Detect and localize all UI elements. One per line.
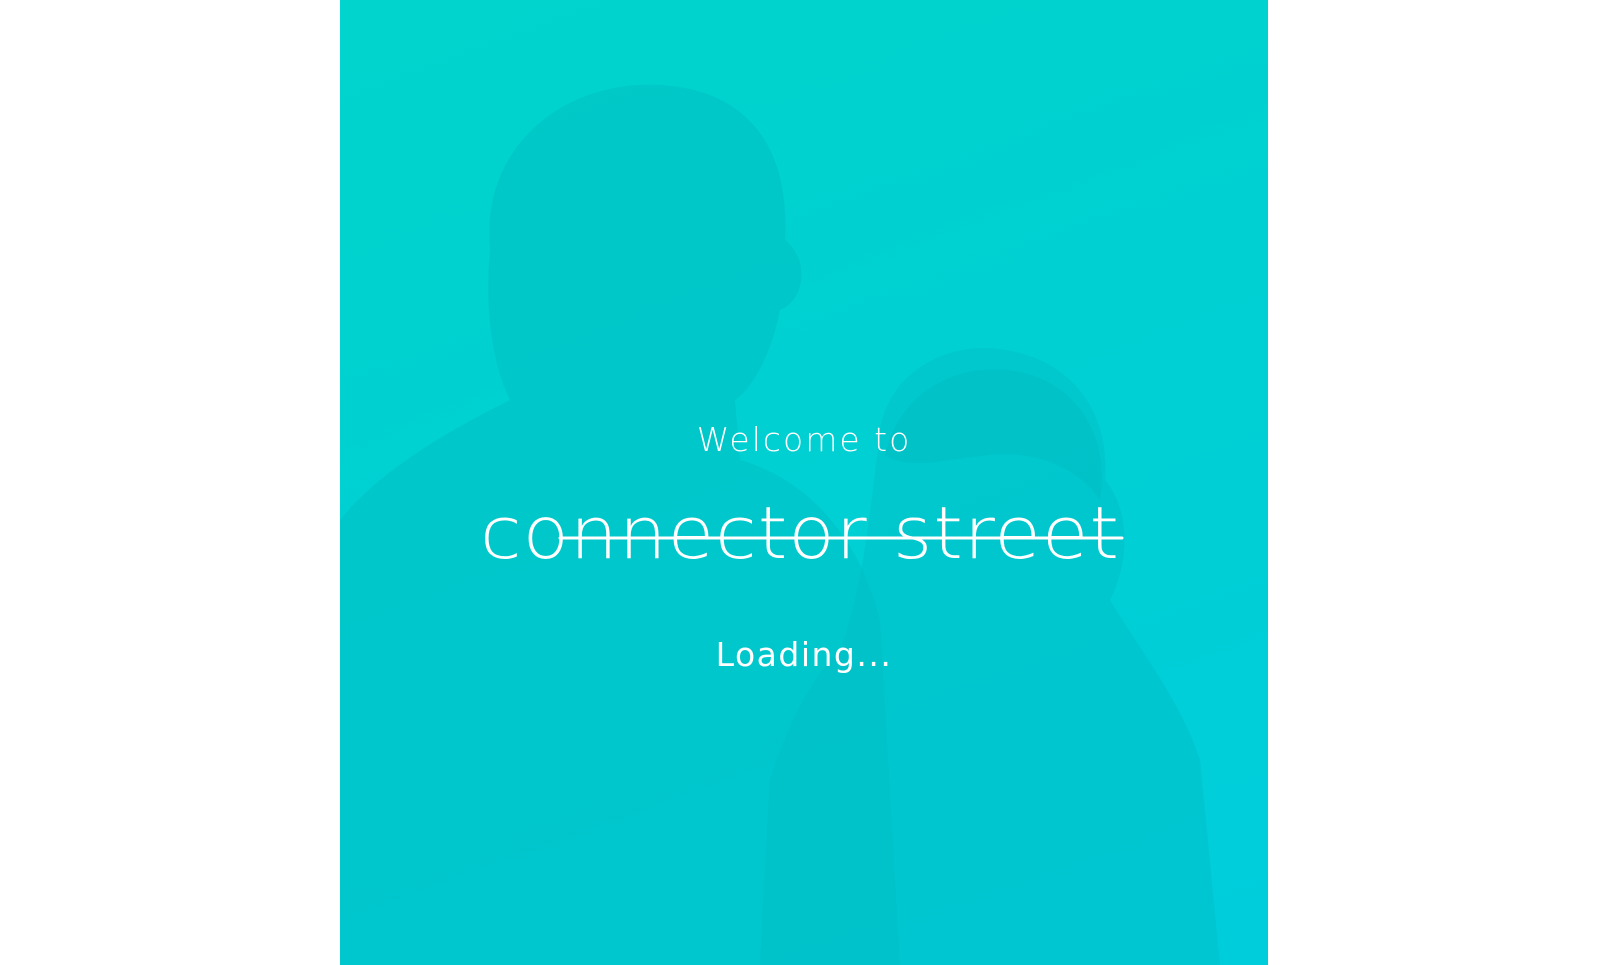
splash-screen: Welcome to connector street Loading... xyxy=(340,0,1268,965)
welcome-heading: Welcome to xyxy=(696,420,912,459)
background-photo-silhouettes xyxy=(340,84,1220,965)
loading-indicator-text: Loading... xyxy=(715,635,893,674)
connector-street-logo: connector street xyxy=(480,500,1124,575)
